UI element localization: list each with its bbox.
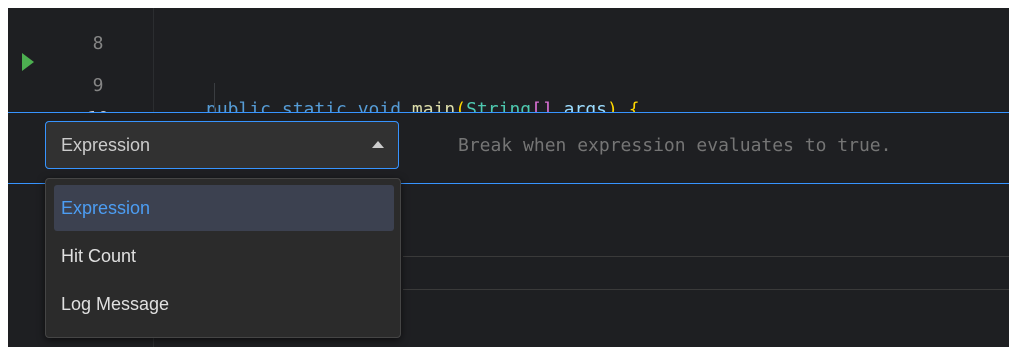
code-line-9[interactable]: 9 public static void main(String[] args)… — [8, 50, 1009, 120]
condition-type-value: Expression — [61, 135, 151, 155]
code-line-8[interactable]: 8 — [8, 8, 1009, 54]
dropdown-option-hit-count[interactable]: Hit Count — [54, 233, 394, 279]
condition-expression-input[interactable] — [456, 121, 1009, 171]
divider-line — [403, 256, 1009, 257]
code-editor[interactable]: 8 9 public static void main(String[] arg… — [8, 8, 1009, 347]
condition-type-select[interactable]: Expression — [45, 121, 399, 169]
dropdown-option-log-message[interactable]: Log Message — [54, 281, 394, 327]
caret-up-icon — [372, 141, 384, 148]
breakpoint-condition-widget: Expression — [8, 112, 1009, 184]
divider-line — [403, 289, 1009, 290]
code-line-10[interactable]: 10 System.out.println(new App().getGreet… — [8, 83, 1009, 153]
dropdown-option-expression[interactable]: Expression — [54, 185, 394, 231]
condition-type-dropdown: Expression Hit Count Log Message — [45, 178, 401, 338]
